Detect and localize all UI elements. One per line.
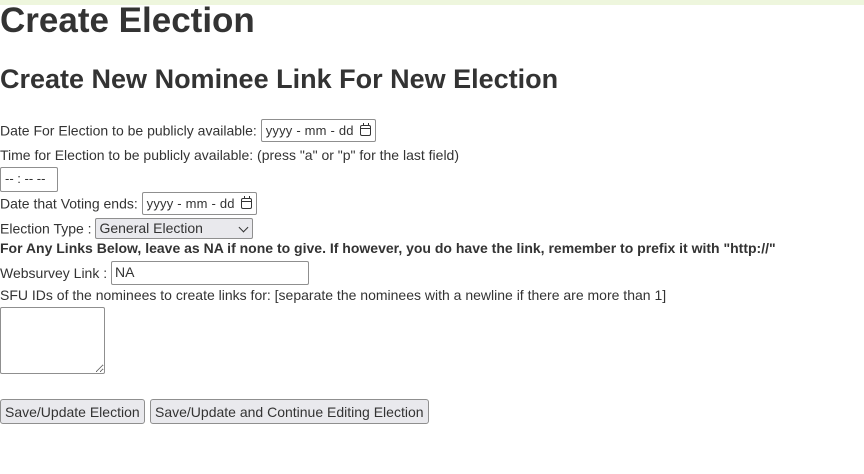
- page-title: Create Election: [0, 1, 255, 40]
- election-type-selected: General Election: [99, 220, 203, 236]
- save-continue-button[interactable]: Save/Update and Continue Editing Electio…: [150, 399, 429, 424]
- websurvey-label: Websurvey Link :: [0, 265, 108, 281]
- sfu-ids-textarea[interactable]: [0, 307, 105, 374]
- voting-end-label: Date that Voting ends:: [0, 195, 138, 212]
- page-subtitle: Create New Nominee Link For New Election: [0, 64, 559, 94]
- public-date-input[interactable]: yyyy - mm - dd: [260, 119, 376, 142]
- voting-end-placeholder: yyyy - mm - dd: [146, 196, 235, 211]
- public-time-label: Time for Election to be publicly availab…: [0, 147, 460, 163]
- voting-end-row: Date that Voting ends: yyyy - mm - dd: [0, 192, 257, 215]
- voting-end-input[interactable]: yyyy - mm - dd: [141, 192, 257, 215]
- public-time-input[interactable]: -- : -- --: [0, 167, 58, 192]
- election-type-label: Election Type :: [0, 220, 92, 237]
- election-type-row: Election Type : General Election: [0, 218, 254, 239]
- election-type-select[interactable]: General Election: [95, 218, 254, 239]
- public-date-placeholder: yyyy - mm - dd: [265, 123, 354, 138]
- public-date-label: Date For Election to be publicly availab…: [0, 122, 257, 139]
- calendar-icon[interactable]: [240, 196, 252, 209]
- sfu-ids-label: SFU IDs of the nominees to create links …: [0, 287, 667, 303]
- websurvey-input[interactable]: NA: [111, 261, 310, 285]
- calendar-icon[interactable]: [359, 123, 371, 136]
- chevron-down-icon: [239, 222, 249, 233]
- public-date-row: Date For Election to be publicly availab…: [0, 119, 376, 142]
- save-button[interactable]: Save/Update Election: [0, 399, 145, 424]
- links-note: For Any Links Below, leave as NA if none…: [0, 240, 776, 256]
- websurvey-row: Websurvey Link : NA: [0, 261, 310, 285]
